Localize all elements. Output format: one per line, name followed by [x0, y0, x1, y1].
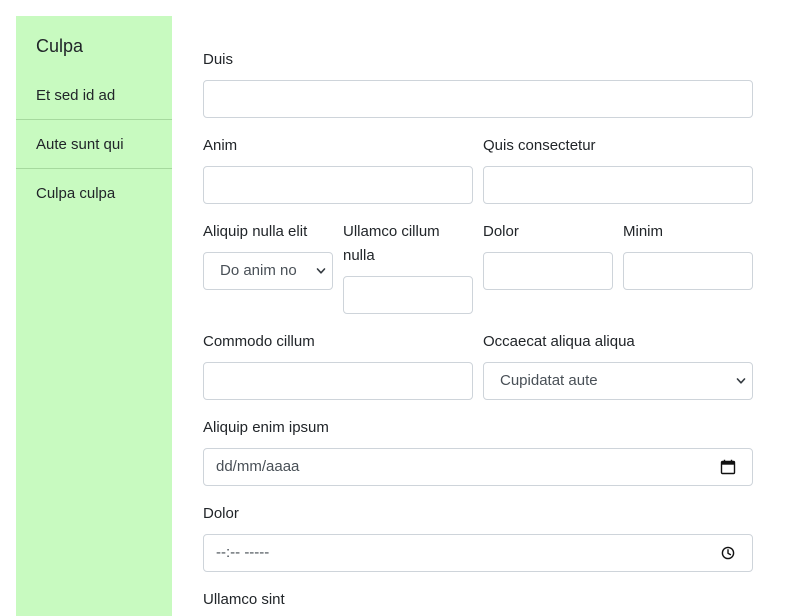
sidebar-title: Culpa — [36, 36, 84, 56]
dolor-label: Dolor — [483, 223, 519, 240]
calendar-icon[interactable] — [720, 459, 736, 475]
sidebar-item-culpa-culpa[interactable]: Culpa culpa — [16, 170, 172, 218]
occaecat-aliqua-aliqua-select[interactable]: Cupidatat aute — [483, 362, 753, 400]
ullamco-sint-label: Ullamco sint — [203, 591, 285, 608]
aliquip-enim-ipsum-date-input[interactable]: dd/mm/aaaa — [203, 448, 753, 486]
aliquip-nulla-elit-select[interactable]: Do anim no — [203, 252, 333, 290]
chevron-down-icon — [736, 378, 746, 384]
aliquip-enim-ipsum-label: Aliquip enim ipsum — [203, 419, 329, 436]
aliquip-nulla-elit-label: Aliquip nulla elit — [203, 223, 308, 240]
sidebar: Culpa Et sed id ad Aute sunt qui Culpa c… — [16, 16, 172, 616]
time-placeholder: --:-- ----- — [216, 544, 270, 561]
minim-input[interactable] — [623, 252, 753, 290]
anim-label: Anim — [203, 137, 238, 154]
occaecat-aliqua-aliqua-label: Occaecat aliqua aliqua — [483, 333, 635, 350]
sidebar-item-et-sed-id-ad[interactable]: Et sed id ad — [16, 72, 172, 120]
clock-icon[interactable] — [720, 545, 736, 561]
minim-label: Minim — [623, 223, 663, 240]
occaecat-aliqua-aliqua-selected-value: Cupidatat aute — [500, 372, 598, 389]
duis-input[interactable] — [203, 80, 753, 118]
quis-consectetur-label: Quis consectetur — [483, 137, 596, 154]
anim-input[interactable] — [203, 166, 473, 204]
ullamco-cillum-nulla-input[interactable] — [343, 276, 473, 314]
chevron-down-icon — [316, 268, 326, 274]
dolor-time-input[interactable]: --:-- ----- — [203, 534, 753, 572]
dolor-time-label: Dolor — [203, 505, 239, 522]
date-placeholder: dd/mm/aaaa — [216, 458, 300, 475]
ullamco-cillum-nulla-label: Ullamco cillum nulla — [343, 223, 440, 264]
duis-label: Duis — [203, 51, 234, 68]
commodo-cillum-input[interactable] — [203, 362, 473, 400]
commodo-cillum-label: Commodo cillum — [203, 333, 315, 350]
sidebar-item-aute-sunt-qui[interactable]: Aute sunt qui — [16, 121, 172, 169]
dolor-input[interactable] — [483, 252, 613, 290]
aliquip-nulla-elit-selected-value: Do anim no — [220, 262, 297, 279]
quis-consectetur-input[interactable] — [483, 166, 753, 204]
